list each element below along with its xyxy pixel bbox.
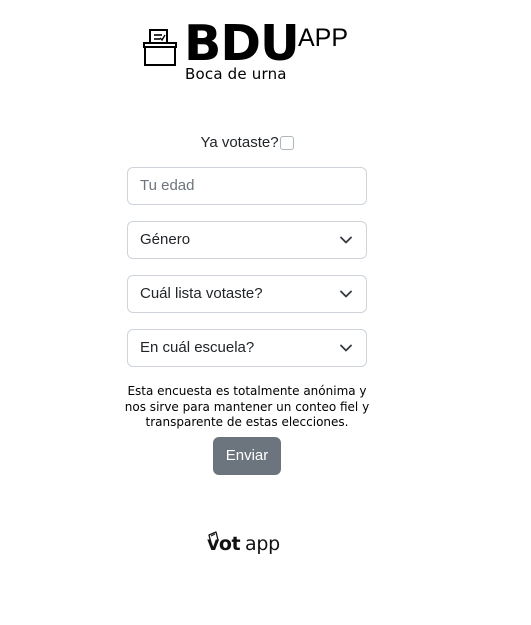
chevron-down-icon <box>340 290 352 298</box>
school-select-label: En cuál escuela? <box>140 339 255 356</box>
gender-select[interactable]: Género <box>127 221 367 259</box>
gender-select-label: Género <box>140 231 191 248</box>
age-placeholder: Tu edad <box>140 177 195 194</box>
voted-checkbox[interactable] <box>279 136 294 151</box>
chevron-down-icon <box>340 344 352 352</box>
bdu-app-logo: BDU APP Boca de urna <box>142 19 362 88</box>
anonymity-disclaimer: Esta encuesta es totalmente anónima y no… <box>124 384 370 429</box>
age-input[interactable]: Tu edad <box>127 167 367 205</box>
list-select-label: Cuál lista votaste? <box>140 285 263 302</box>
brand-suffix: APP <box>298 24 349 52</box>
voted-label: Ya votaste? <box>200 134 279 152</box>
brand-tagline: Boca de urna <box>185 65 287 83</box>
school-select[interactable]: En cuál escuela? <box>127 329 367 367</box>
chevron-down-icon <box>340 236 352 244</box>
submit-button[interactable]: Enviar <box>213 437 281 475</box>
voted-row: Ya votaste? <box>0 133 494 153</box>
brand-name: BDU <box>184 15 300 72</box>
votapp-logo: vot app <box>206 529 296 561</box>
list-select[interactable]: Cuál lista votaste? <box>127 275 367 313</box>
ballot-box-icon <box>143 29 177 66</box>
votapp-light-text: app <box>245 533 280 555</box>
votapp-bold-text: vot <box>207 533 241 555</box>
